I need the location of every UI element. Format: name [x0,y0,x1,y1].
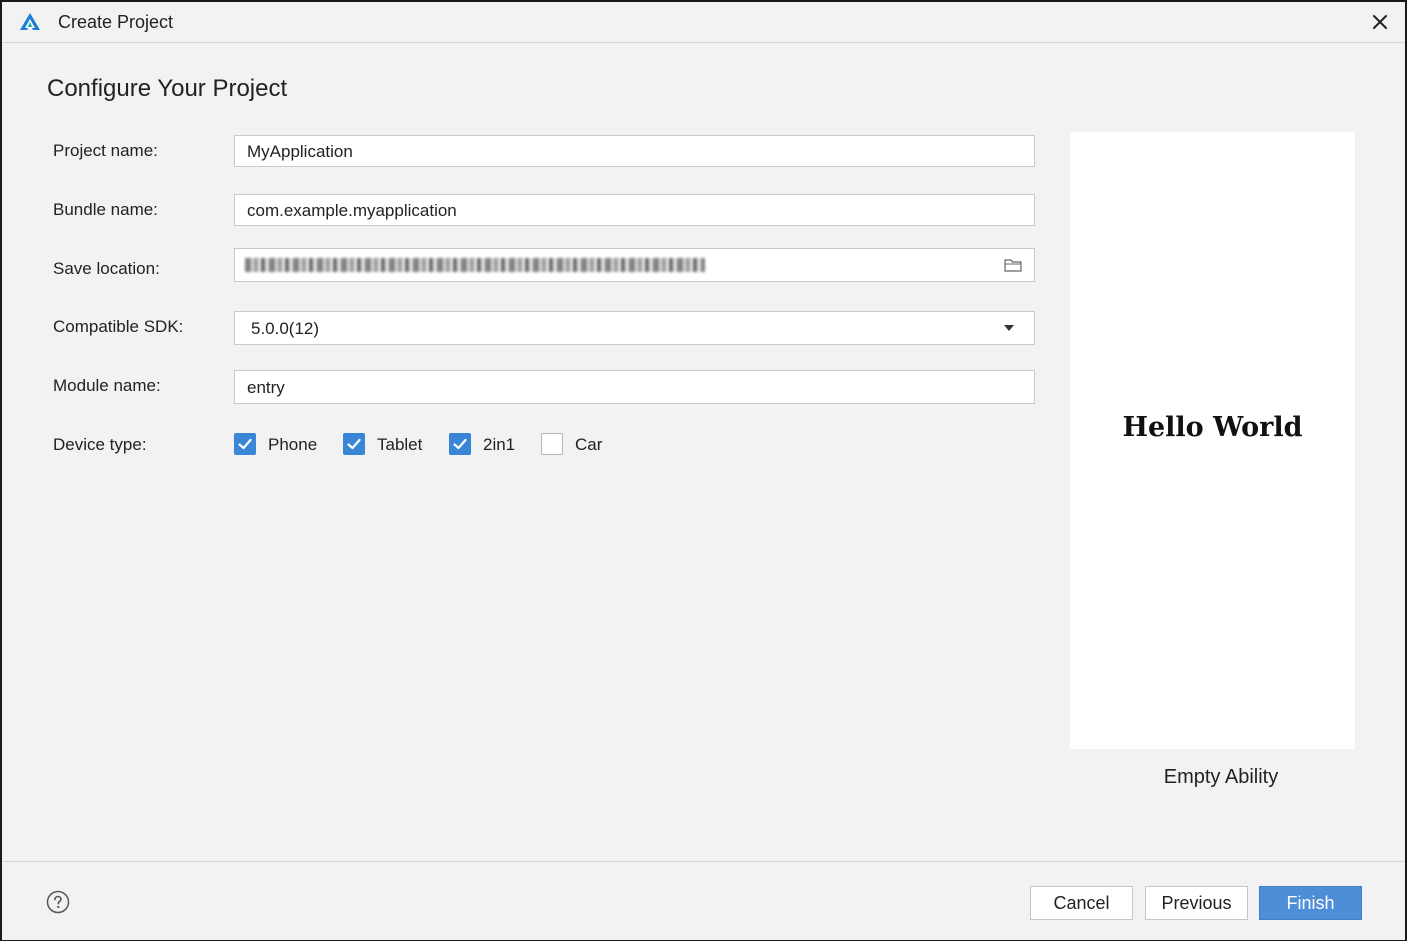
folder-icon[interactable] [1004,258,1022,272]
car-checkbox[interactable] [541,433,563,455]
cancel-button[interactable]: Cancel [1030,886,1133,920]
dialog-footer: Cancel Previous Finish [2,861,1405,940]
phone-checkbox[interactable] [234,433,256,455]
page-heading: Configure Your Project [47,75,288,102]
bundle-name-label: Bundle name: [53,200,158,219]
app-logo-icon [20,13,40,30]
bundle-name-value: com.example.myapplication [247,201,457,220]
save-location-label: Save location: [53,259,160,278]
project-name-value: MyApplication [247,142,353,161]
template-preview: Hello World [1070,132,1355,749]
device-type-label: Device type: [53,435,147,454]
compatible-sdk-value: 5.0.0(12) [251,319,320,338]
create-project-dialog: Create Project Configure Your Project Pr… [0,0,1407,941]
project-name-label: Project name: [53,141,158,160]
previous-button[interactable]: Previous [1145,886,1248,920]
window-title: Create Project [58,12,174,32]
preview-text: Hello World [1122,412,1303,443]
save-location-redacted-value [245,258,705,272]
project-name-input[interactable]: MyApplication [234,135,1035,167]
template-name: Empty Ability [1163,766,1279,788]
car-label: Car [575,435,603,454]
help-icon[interactable] [46,890,70,914]
check-icon [347,438,361,450]
save-location-input[interactable] [234,248,1035,282]
title-bar: Create Project [2,2,1405,43]
module-name-input[interactable]: entry [234,370,1035,404]
compatible-sdk-select[interactable]: 5.0.0(12) [234,311,1035,345]
2in1-checkbox[interactable] [449,433,471,455]
close-icon[interactable] [1369,11,1391,33]
bundle-name-input[interactable]: com.example.myapplication [234,194,1035,226]
phone-label: Phone [268,435,318,454]
check-icon [238,438,252,450]
module-name-value: entry [247,378,285,397]
compatible-sdk-label: Compatible SDK: [53,317,184,336]
chevron-down-icon [1004,325,1014,331]
tablet-checkbox[interactable] [343,433,365,455]
module-name-label: Module name: [53,376,161,395]
2in1-label: 2in1 [483,435,516,454]
finish-button[interactable]: Finish [1259,886,1362,920]
tablet-label: Tablet [377,435,423,454]
check-icon [453,438,467,450]
